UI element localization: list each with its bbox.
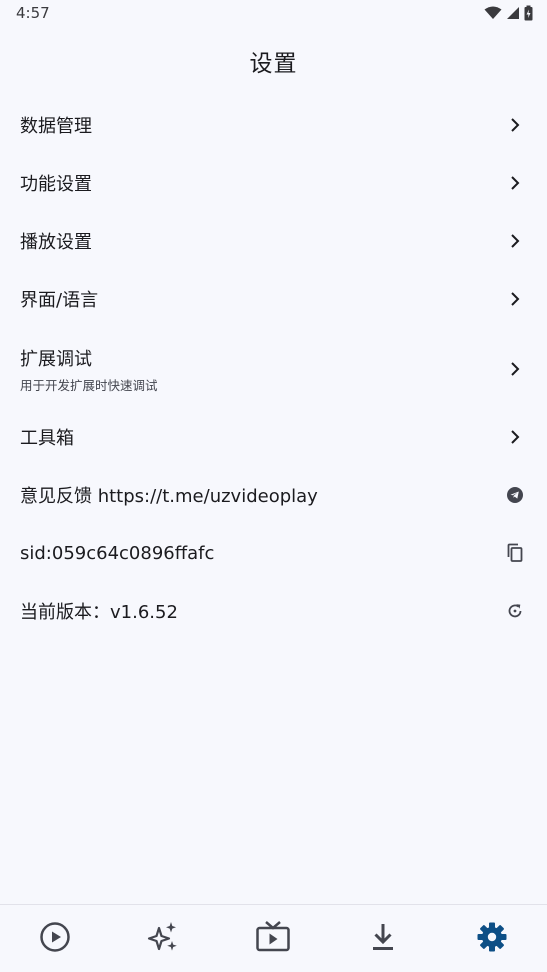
settings-item-playback-settings[interactable]: 播放设置 — [0, 212, 547, 270]
chevron-right-icon — [503, 171, 527, 195]
signal-icon — [506, 6, 520, 20]
settings-item-function-settings[interactable]: 功能设置 — [0, 154, 547, 212]
status-time: 4:57 — [16, 4, 50, 22]
chevron-right-icon — [503, 357, 527, 381]
nav-play-button[interactable] — [25, 909, 85, 969]
settings-item-toolbox[interactable]: 工具箱 — [0, 408, 547, 466]
settings-item-label: 工具箱 — [20, 428, 74, 449]
settings-item-extension-debug[interactable]: 扩展调试 用于开发扩展时快速调试 — [0, 334, 547, 404]
settings-item-interface-language[interactable]: 界面/语言 — [0, 270, 547, 328]
settings-gear-icon — [476, 921, 508, 957]
page-title: 设置 — [249, 51, 298, 77]
bottom-navigation — [0, 904, 547, 972]
sparkles-icon — [146, 919, 182, 959]
status-bar: 4:57 — [0, 0, 547, 26]
settings-item-feedback[interactable]: 意见反馈 https://t.me/uzvideoplay — [0, 466, 547, 524]
settings-item-label: 功能设置 — [20, 174, 92, 195]
telegram-icon — [503, 483, 527, 507]
settings-item-label: 播放设置 — [20, 232, 92, 253]
copy-icon[interactable] — [503, 541, 527, 565]
settings-item-label: sid:059c64c0896ffafc — [20, 542, 215, 564]
settings-item-label: 意见反馈 https://t.me/uzvideoplay — [20, 486, 318, 507]
settings-item-subtitle: 用于开发扩展时快速调试 — [20, 377, 158, 393]
status-icons — [484, 5, 533, 21]
chevron-right-icon — [503, 287, 527, 311]
refresh-icon[interactable] — [503, 599, 527, 623]
settings-item-label: 数据管理 — [20, 116, 92, 137]
settings-item-label: 界面/语言 — [20, 290, 99, 311]
settings-item-label: 扩展调试 — [20, 348, 92, 370]
chevron-right-icon — [503, 425, 527, 449]
chevron-right-icon — [503, 229, 527, 253]
nav-settings-button[interactable] — [462, 909, 522, 969]
settings-item-sid[interactable]: sid:059c64c0896ffafc — [0, 524, 547, 582]
tv-play-icon — [255, 920, 291, 958]
battery-charging-icon — [524, 5, 533, 21]
settings-item-label: 当前版本：v1.6.52 — [20, 602, 178, 623]
nav-discover-button[interactable] — [134, 909, 194, 969]
nav-tv-button[interactable] — [243, 909, 303, 969]
settings-item-data-management[interactable]: 数据管理 — [0, 96, 547, 154]
wifi-icon — [484, 6, 502, 20]
download-icon — [369, 922, 397, 956]
chevron-right-icon — [503, 113, 527, 137]
nav-download-button[interactable] — [353, 909, 413, 969]
settings-item-version[interactable]: 当前版本：v1.6.52 — [0, 582, 547, 640]
play-circle-icon — [39, 921, 71, 957]
